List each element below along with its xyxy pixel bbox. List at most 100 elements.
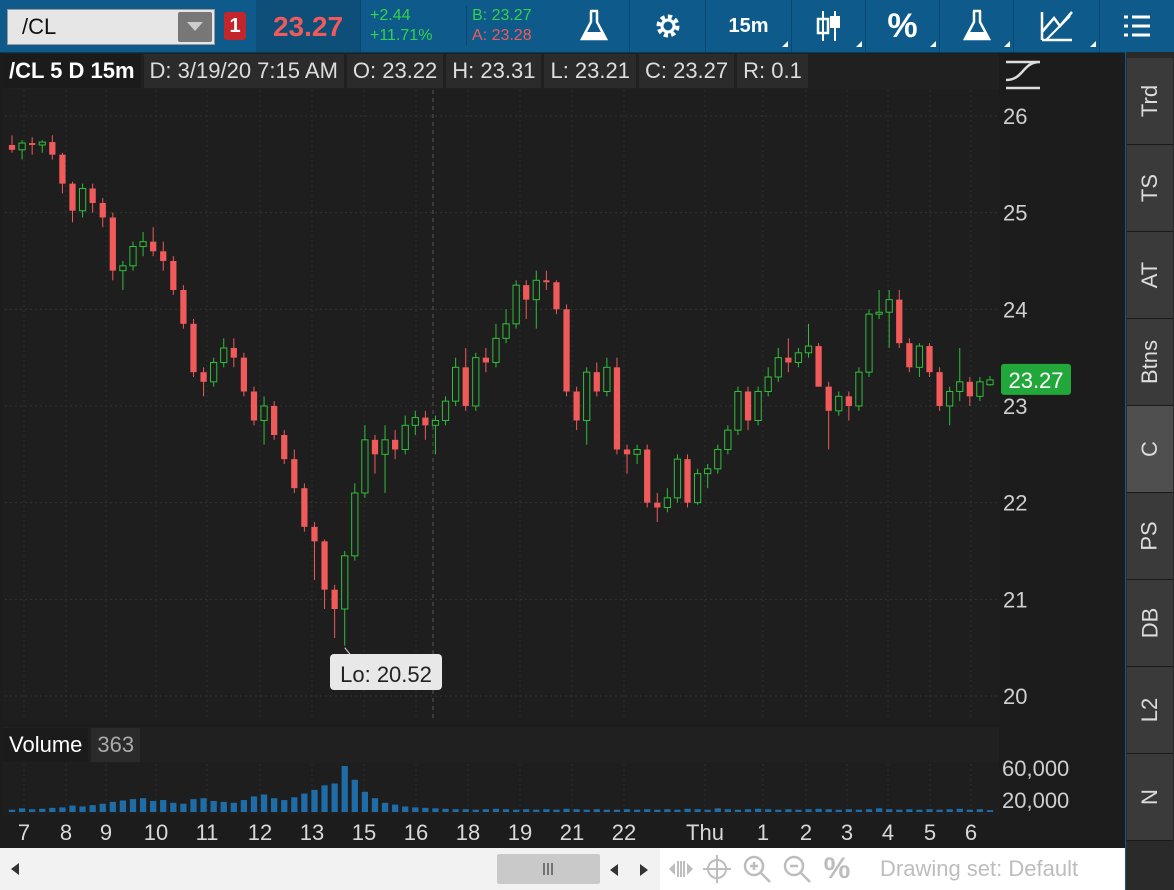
volume-bar (785, 809, 792, 812)
candle-body (573, 391, 580, 421)
volume-value: 363 (91, 728, 141, 762)
volume-bar (613, 809, 621, 812)
candle-body (200, 372, 207, 382)
zoom-in-icon[interactable] (740, 854, 774, 884)
candle-body (693, 473, 702, 504)
volume-bar (714, 808, 721, 812)
tab-c[interactable]: C (1127, 406, 1173, 493)
y-tick-label: 21 (1003, 587, 1027, 612)
x-tick-label: 18 (456, 820, 480, 845)
candle-body (190, 323, 197, 373)
candle-body (865, 313, 873, 373)
x-tick-label: 3 (841, 820, 853, 845)
volume-bar (543, 809, 550, 812)
x-tick-label: 1 (757, 820, 769, 845)
chart-type-button[interactable] (792, 0, 866, 52)
x-tick-label: 19 (508, 820, 532, 845)
candle-body (502, 323, 510, 339)
style-icon[interactable] (1005, 60, 1041, 90)
flask-icon (962, 9, 991, 41)
candle-body (906, 343, 913, 368)
bid-ask-box: B: 23.27 A: 23.28 (462, 6, 568, 46)
candle-body (926, 346, 933, 373)
volume-label: Volume (3, 728, 89, 762)
volume-bar (422, 807, 429, 812)
volume-bar (744, 809, 752, 812)
change-box: +2.44 +11.71% (362, 6, 467, 46)
volume-bar (664, 809, 671, 812)
volume-bar (240, 800, 248, 812)
candle-body (401, 424, 409, 450)
candle-body (785, 357, 792, 363)
grip-icon (542, 863, 553, 875)
studies-menu-button[interactable] (940, 0, 1014, 52)
info-low: L: 23.21 (544, 54, 636, 88)
volume-bar (906, 809, 913, 812)
volume-bar (966, 809, 973, 812)
candle-body (845, 396, 852, 406)
candle-body (119, 265, 127, 272)
zoom-out-icon[interactable] (780, 854, 814, 884)
percent-button[interactable]: % (866, 0, 940, 52)
low-annotation: Lo: 20.52 (330, 647, 442, 690)
tab-n[interactable]: N (1127, 754, 1173, 841)
tab-at[interactable]: AT (1127, 232, 1173, 319)
candle-body (18, 142, 26, 151)
candle-body (59, 154, 66, 184)
candle-body (613, 367, 621, 450)
volume-bar (472, 809, 479, 812)
pan-icon[interactable] (664, 854, 698, 884)
scroll-thumb[interactable] (497, 854, 600, 884)
candle-body (361, 439, 369, 494)
candle-body (321, 541, 328, 590)
menu-button[interactable] (1100, 0, 1174, 52)
scroll-forward-button[interactable] (640, 863, 648, 881)
tab-l2[interactable]: L2 (1127, 667, 1173, 754)
candle-body (654, 502, 661, 508)
candle-body (78, 187, 87, 212)
tab-trd[interactable]: Trd (1127, 58, 1173, 145)
volume-bar (593, 809, 600, 812)
x-tick-label: 22 (612, 820, 636, 845)
time-axis: 7 8 9 10 11 12 13 15 16 18 19 21 22 Thu 1 2 3 4 5 6 (18, 820, 977, 845)
candle-body (644, 449, 651, 503)
scroll-back-button[interactable] (610, 863, 618, 881)
info-bar: /CL 5 D 15m D: 3/19/20 7:15 AM O: 23.22 … (3, 53, 999, 89)
horizontal-scrollbar[interactable] (0, 848, 660, 890)
x-tick-label: 11 (196, 820, 219, 845)
tab-btns[interactable]: Btns (1127, 319, 1173, 406)
volume-bar (734, 809, 742, 812)
volume-bar (886, 809, 893, 812)
volume-bar (79, 806, 86, 812)
tab-ps[interactable]: PS (1127, 493, 1173, 580)
candle-body (29, 143, 36, 145)
volume-bar (654, 809, 661, 812)
volume-bar (765, 809, 772, 812)
candle-body (523, 285, 530, 300)
link-group-badge[interactable]: 1 (224, 12, 246, 40)
candle-body (794, 352, 803, 363)
tab-ts[interactable]: TS (1127, 145, 1173, 232)
settings-button[interactable] (630, 0, 706, 52)
drawings-button[interactable] (1014, 0, 1100, 52)
candle-body (411, 417, 419, 426)
symbol-dropdown-button[interactable] (178, 12, 212, 42)
candle-body (804, 345, 813, 354)
drawing-set-label[interactable]: Drawing set: Default (880, 848, 1078, 890)
volume-bar (331, 783, 338, 812)
y-tick-label: 25 (1003, 201, 1027, 226)
scroll-left-button[interactable] (0, 848, 30, 890)
candle-body (69, 183, 76, 211)
volume-bar (371, 798, 379, 812)
volume-bar (533, 809, 540, 812)
tab-db[interactable]: DB (1127, 580, 1173, 667)
price-tag-text: 23.27 (1008, 368, 1063, 393)
timeframe-button[interactable]: 15m (706, 0, 792, 52)
volume-bar (8, 809, 16, 812)
arrow-left-icon (610, 864, 618, 876)
symbol-selector[interactable]: /CL (7, 9, 215, 45)
crosshair-icon[interactable] (700, 854, 734, 884)
percent-scale-icon[interactable]: % (820, 852, 854, 885)
studies-button[interactable] (558, 0, 630, 52)
volume-bar (633, 809, 641, 812)
